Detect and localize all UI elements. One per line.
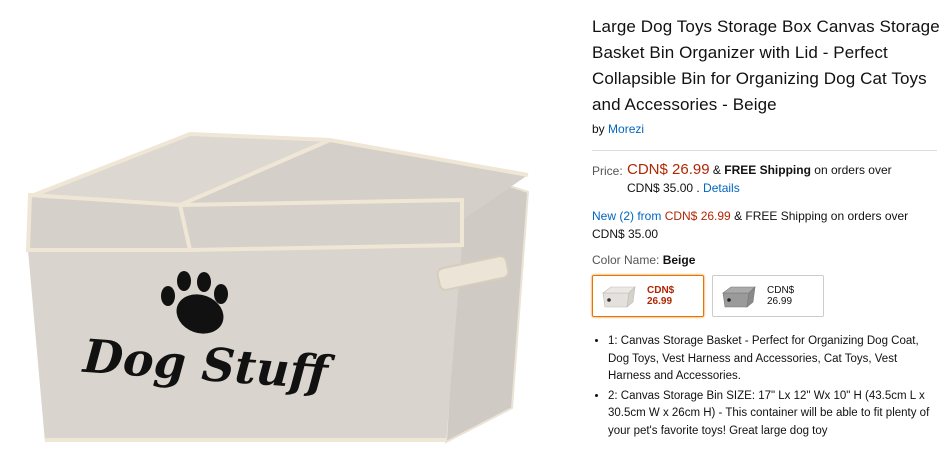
offer-listing: New (2) from CDN$ 26.99 & FREE Shipping … [592,207,942,243]
swatch-price: CDN$ 26.99 [767,285,795,307]
new-offers-link[interactable]: New (2) from [592,209,661,223]
selected-color-value: Beige [662,253,696,267]
offer-price: CDN$ 26.99 [664,209,731,223]
product-title: Large Dog Toys Storage Box Canvas Storag… [592,17,940,114]
color-name-label: Color Name: [592,253,660,267]
brand-link[interactable]: Morezi [608,122,644,136]
free-shipping-label: FREE Shipping [724,163,811,177]
product-detail-pane: Large Dog Toys Storage Box Canvas Storag… [592,14,942,442]
price-amount: CDN$ 26.99 [627,161,710,178]
color-swatches: CDN$ 26.99 CDN$ 26.99 [592,275,942,317]
swatch-grey[interactable]: CDN$ 26.99 [712,275,824,317]
feature-bullet: 2: Canvas Storage Bin SIZE: 17" Lx 12" W… [608,388,942,441]
shipping-threshold: CDN$ 35.00 . [627,181,700,195]
divider [592,150,937,151]
grey-box-thumbnail [722,286,756,308]
feature-bullets: 1: Canvas Storage Basket - Perfect for O… [592,333,942,440]
product-image[interactable]: Dog Stuff [0,0,560,450]
swatch-price: CDN$ 26.99 [647,285,675,307]
beige-box-thumbnail [602,286,636,308]
storage-box-illustration: Dog Stuff [25,131,530,444]
price-body: CDN$ 26.99 & FREE Shipping on orders ove… [627,161,942,197]
swatch-beige[interactable]: CDN$ 26.99 [592,275,704,317]
price-row: Price: CDN$ 26.99 & FREE Shipping on ord… [592,161,942,197]
byline: by Morezi [592,122,942,136]
price-label: Price: [592,164,623,178]
shipping-suffix: on orders over [814,163,892,177]
color-name-row: Color Name: Beige [592,253,942,267]
price-separator: & [712,163,721,177]
byline-prefix: by [592,122,605,136]
details-link[interactable]: Details [703,181,740,195]
feature-bullet: 1: Canvas Storage Basket - Perfect for O… [608,333,942,386]
